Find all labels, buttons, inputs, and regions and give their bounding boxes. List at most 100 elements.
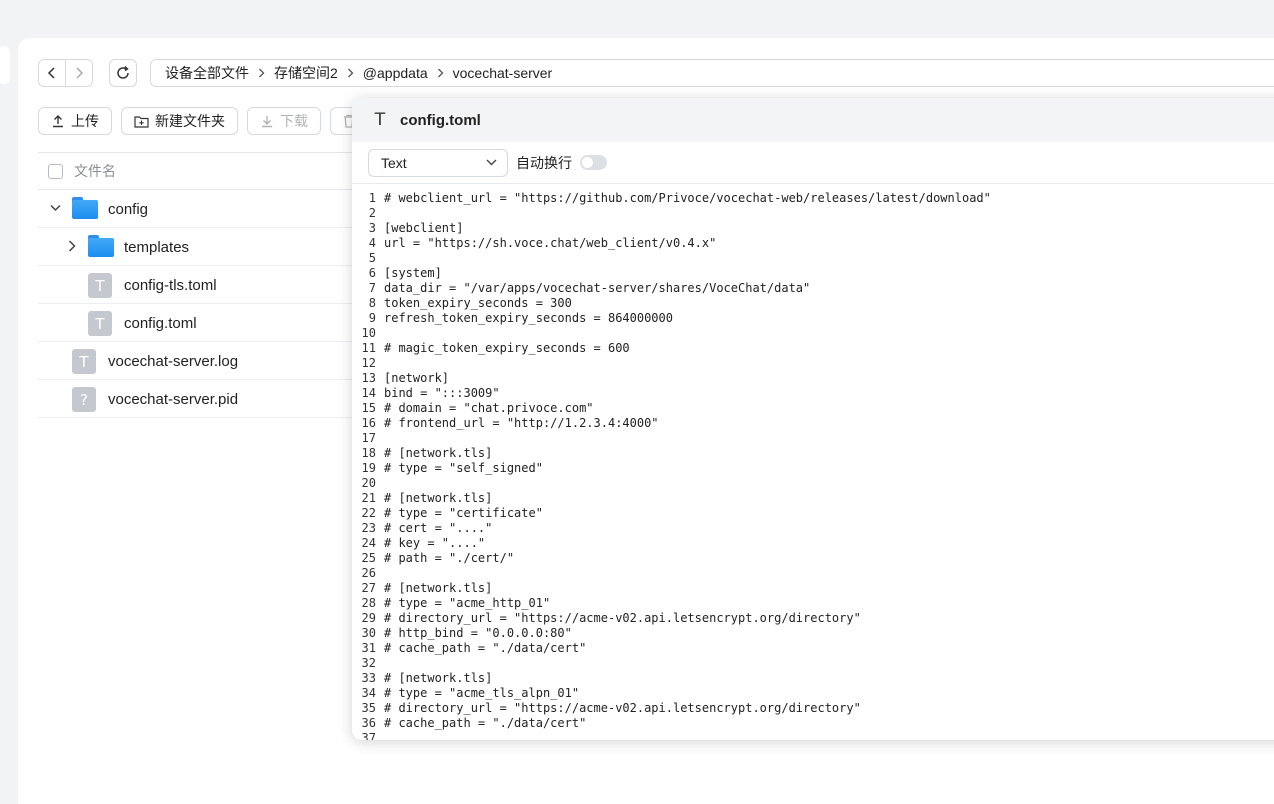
file-toolbar: 上传 新建文件夹 下载	[38, 107, 370, 135]
code-line[interactable]: 34 # type = "acme_tls_alpn_01"	[352, 686, 1274, 701]
line-number: 4	[368, 236, 376, 250]
breadcrumb-item[interactable]: @appdata	[363, 65, 428, 81]
text-file-icon: T	[374, 110, 386, 130]
code-line[interactable]: 18 # [network.tls]	[352, 446, 1274, 461]
code-line[interactable]: 23 # cert = "...."	[352, 521, 1274, 536]
code-line[interactable]: 32	[352, 656, 1274, 671]
line-number: 21	[361, 491, 376, 505]
syntax-select-value: Text	[381, 154, 407, 171]
chevron-right-icon[interactable]	[68, 240, 76, 252]
forward-button[interactable]	[65, 60, 92, 86]
code-line[interactable]: 14 bind = ":::3009"	[352, 386, 1274, 401]
line-number: 11	[361, 341, 376, 355]
code-line[interactable]: 17	[352, 431, 1274, 446]
file-table: 文件名 config templates T config-tls.toml T…	[38, 152, 368, 418]
table-row[interactable]: templates	[38, 228, 368, 266]
table-row[interactable]: ? vocechat-server.pid	[38, 380, 368, 418]
code-line[interactable]: 21 # [network.tls]	[352, 491, 1274, 506]
chevron-down-icon[interactable]	[50, 204, 61, 212]
code-line[interactable]: 8 token_expiry_seconds = 300	[352, 296, 1274, 311]
code-line[interactable]: 19 # type = "self_signed"	[352, 461, 1274, 476]
line-number: 13	[361, 371, 376, 385]
line-text: data_dir = "/var/apps/vocechat-server/sh…	[384, 281, 811, 295]
word-wrap-toggle[interactable]	[580, 155, 607, 170]
code-line[interactable]: 3 [webclient]	[352, 221, 1274, 236]
chevron-right-icon	[258, 68, 265, 78]
line-text: # type = "self_signed"	[384, 461, 543, 475]
back-button[interactable]	[39, 60, 65, 86]
line-number: 6	[368, 266, 376, 280]
line-number: 32	[361, 656, 376, 670]
code-line[interactable]: 36 # cache_path = "./data/cert"	[352, 716, 1274, 731]
code-line[interactable]: 4 url = "https://sh.voce.chat/web_client/…	[352, 236, 1274, 251]
line-number: 30	[361, 626, 376, 640]
chevron-right-icon	[76, 67, 84, 79]
code-line[interactable]: 25 # path = "./cert/"	[352, 551, 1274, 566]
chevron-left-icon	[47, 67, 55, 79]
code-line[interactable]: 5	[352, 251, 1274, 266]
breadcrumb-item[interactable]: 存储空间2	[274, 63, 338, 83]
line-number: 16	[361, 416, 376, 430]
table-row[interactable]: config	[38, 190, 368, 228]
code-line[interactable]: 1 # webclient_url = "https://github.com/P…	[352, 191, 1274, 206]
code-line[interactable]: 15 # domain = "chat.privoce.com"	[352, 401, 1274, 416]
code-line[interactable]: 16 # frontend_url = "http://1.2.3.4:4000"	[352, 416, 1274, 431]
code-line[interactable]: 11 # magic_token_expiry_seconds = 600	[352, 341, 1274, 356]
code-line[interactable]: 26	[352, 566, 1274, 581]
file-name: config.toml	[124, 315, 197, 332]
code-line[interactable]: 6 [system]	[352, 266, 1274, 281]
refresh-button[interactable]	[109, 59, 137, 87]
new-folder-icon	[134, 115, 149, 128]
new-folder-button[interactable]: 新建文件夹	[121, 107, 238, 135]
code-line[interactable]: 10	[352, 326, 1274, 341]
line-text	[378, 326, 384, 341]
table-header: 文件名	[38, 152, 368, 190]
line-text: # path = "./cert/"	[384, 551, 515, 565]
upload-label: 上传	[71, 113, 99, 129]
chevron-right-icon	[347, 68, 354, 78]
line-number: 19	[361, 461, 376, 475]
code-line[interactable]: 24 # key = "...."	[352, 536, 1274, 551]
code-line[interactable]: 27 # [network.tls]	[352, 581, 1274, 596]
code-line[interactable]: 35 # directory_url = "https://acme-v02.ap…	[352, 701, 1274, 716]
code-line[interactable]: 12	[352, 356, 1274, 371]
line-text: [webclient]	[384, 221, 464, 235]
download-button[interactable]: 下载	[247, 107, 321, 135]
table-row[interactable]: T config-tls.toml	[38, 266, 368, 304]
line-text: # [network.tls]	[384, 491, 493, 505]
code-line[interactable]: 13 [network]	[352, 371, 1274, 386]
line-text: # frontend_url = "http://1.2.3.4:4000"	[384, 416, 659, 430]
table-row[interactable]: T vocechat-server.log	[38, 342, 368, 380]
code-line[interactable]: 20	[352, 476, 1274, 491]
breadcrumb-item[interactable]: 设备全部文件	[165, 63, 249, 83]
table-row[interactable]: T config.toml	[38, 304, 368, 342]
select-all-checkbox[interactable]	[48, 163, 63, 179]
code-line[interactable]: 7 data_dir = "/var/apps/vocechat-server/s…	[352, 281, 1274, 296]
line-number: 22	[361, 506, 376, 520]
code-line[interactable]: 9 refresh_token_expiry_seconds = 86400000…	[352, 311, 1274, 326]
code-line[interactable]: 37	[352, 731, 1274, 740]
upload-button[interactable]: 上传	[38, 107, 112, 135]
line-number: 9	[368, 311, 376, 325]
column-header-name[interactable]: 文件名	[74, 161, 116, 181]
line-number: 20	[361, 476, 376, 490]
breadcrumb-item[interactable]: vocechat-server	[453, 65, 553, 81]
line-number: 37	[361, 731, 376, 740]
code-line[interactable]: 33 # [network.tls]	[352, 671, 1274, 686]
code-line[interactable]: 28 # type = "acme_http_01"	[352, 596, 1274, 611]
line-number: 15	[361, 401, 376, 415]
code-line[interactable]: 30 # http_bind = "0.0.0.0:80"	[352, 626, 1274, 641]
syntax-select[interactable]: Text	[368, 148, 508, 177]
line-text: # cache_path = "./data/cert"	[384, 641, 587, 655]
code-line[interactable]: 2	[352, 206, 1274, 221]
line-text: # type = "acme_http_01"	[384, 596, 551, 610]
word-wrap-label: 自动换行	[516, 154, 572, 171]
code-line[interactable]: 31 # cache_path = "./data/cert"	[352, 641, 1274, 656]
line-number: 31	[361, 641, 376, 655]
refresh-icon	[117, 65, 129, 79]
download-icon	[260, 114, 274, 128]
code-line[interactable]: 29 # directory_url = "https://acme-v02.ap…	[352, 611, 1274, 626]
code-line[interactable]: 22 # type = "certificate"	[352, 506, 1274, 521]
code-area[interactable]: 1 # webclient_url = "https://github.com/P…	[352, 191, 1274, 740]
line-number: 23	[361, 521, 376, 535]
